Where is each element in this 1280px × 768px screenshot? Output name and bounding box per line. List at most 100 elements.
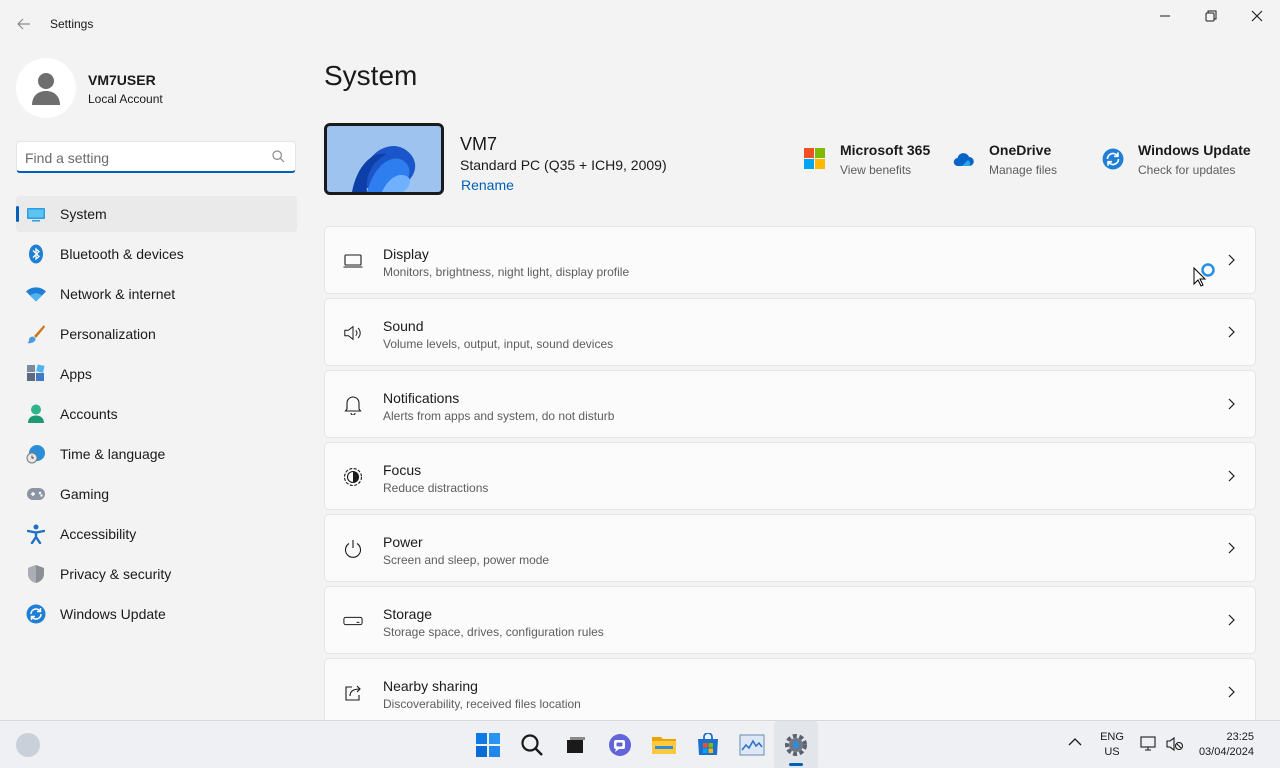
device-spec: Standard PC (Q35 + ICH9, 2009) xyxy=(460,157,667,173)
bluetooth-icon xyxy=(26,244,46,264)
sidebar-item-bluetooth[interactable]: Bluetooth & devices xyxy=(16,236,297,272)
chevron-right-icon xyxy=(1228,254,1235,266)
sidebar-item-label: Gaming xyxy=(60,486,110,502)
card-subtitle: Storage space, drives, configuration rul… xyxy=(383,625,604,639)
chevron-right-icon xyxy=(1228,398,1235,410)
sidebar-item-accounts[interactable]: Accounts xyxy=(16,396,297,432)
language-indicator[interactable]: ENG US xyxy=(1096,730,1128,760)
speaker-icon xyxy=(343,323,363,343)
task-view-icon xyxy=(567,737,585,753)
busy-cursor-icon xyxy=(1193,263,1215,287)
sidebar-item-personalization[interactable]: Personalization xyxy=(16,316,297,352)
gear-icon xyxy=(785,734,807,756)
settings-card-nearby-sharing[interactable]: Nearby sharing Discoverability, received… xyxy=(324,658,1256,726)
clock[interactable]: 23:25 03/04/2024 xyxy=(1190,730,1270,760)
shield-icon xyxy=(26,564,46,584)
settings-list: Display Monitors, brightness, night ligh… xyxy=(324,226,1256,730)
file-explorer-button[interactable] xyxy=(642,721,686,768)
microsoft-store-button[interactable] xyxy=(686,721,730,768)
sidebar-item-network[interactable]: Network & internet xyxy=(16,276,297,312)
start-button[interactable] xyxy=(466,721,510,768)
user-name: VM7USER xyxy=(88,72,156,88)
sidebar-item-system[interactable]: System xyxy=(16,196,297,232)
task-view-button[interactable] xyxy=(554,721,598,768)
quick-link-onedrive[interactable]: OneDrive Manage files xyxy=(953,140,1073,184)
card-title: Display xyxy=(383,246,429,262)
chevron-right-icon xyxy=(1228,326,1235,338)
avatar xyxy=(16,58,76,118)
search-icon xyxy=(272,150,285,168)
quick-link-subtitle: Manage files xyxy=(989,163,1058,177)
page-title: System xyxy=(324,60,418,91)
minimize-icon xyxy=(1160,15,1170,17)
sidebar-item-label: Accounts xyxy=(60,406,118,422)
settings-card-power[interactable]: Power Screen and sleep, power mode xyxy=(324,514,1256,582)
card-title: Nearby sharing xyxy=(383,678,478,694)
back-button[interactable] xyxy=(10,12,38,36)
search-box[interactable] xyxy=(16,141,296,173)
settings-card-display[interactable]: Display Monitors, brightness, night ligh… xyxy=(324,226,1256,294)
minimize-button[interactable] xyxy=(1142,0,1188,32)
app-title: Settings xyxy=(50,17,94,31)
globe-clock-icon xyxy=(26,444,46,464)
sidebar-item-label: Accessibility xyxy=(60,526,137,542)
quick-link-windows-update[interactable]: Windows Update Check for updates xyxy=(1102,140,1262,184)
settings-card-sound[interactable]: Sound Volume levels, output, input, soun… xyxy=(324,298,1256,366)
sidebar-item-label: Privacy & security xyxy=(60,566,172,582)
settings-card-notifications[interactable]: Notifications Alerts from apps and syste… xyxy=(324,370,1256,438)
account-type: Local Account xyxy=(88,92,163,106)
teams-chat-button[interactable] xyxy=(598,721,642,768)
settings-app-button[interactable] xyxy=(774,721,818,768)
widgets-icon[interactable] xyxy=(16,733,40,757)
sidebar-item-label: Apps xyxy=(60,366,92,382)
search-input[interactable] xyxy=(25,148,265,168)
card-subtitle: Reduce distractions xyxy=(383,481,489,495)
rename-link[interactable]: Rename xyxy=(461,177,514,193)
brush-icon xyxy=(26,324,46,344)
bell-icon xyxy=(343,395,363,415)
taskbar-search-button[interactable] xyxy=(510,721,554,768)
monitor-icon xyxy=(26,204,46,224)
settings-card-focus[interactable]: Focus Reduce distractions xyxy=(324,442,1256,510)
chat-icon xyxy=(609,734,631,756)
chevron-right-icon xyxy=(1228,686,1235,698)
bloom-wallpaper-icon xyxy=(327,126,441,192)
apps-icon xyxy=(26,364,46,384)
windows-logo-icon xyxy=(476,733,500,757)
quick-link-title: Microsoft 365 xyxy=(840,142,931,158)
taskbar: ENG US 23:25 03/04/2024 xyxy=(0,720,1280,768)
speaker-muted-icon[interactable] xyxy=(1166,735,1184,753)
power-icon xyxy=(343,539,363,559)
network-icon[interactable] xyxy=(1140,735,1158,753)
store-icon xyxy=(698,733,718,755)
sidebar-item-label: Network & internet xyxy=(60,286,176,302)
person-icon xyxy=(26,404,46,424)
sidebar-item-accessibility[interactable]: Accessibility xyxy=(16,516,297,552)
close-button[interactable] xyxy=(1234,0,1280,32)
title-bar: Settings xyxy=(0,0,1280,48)
sidebar-item-time-language[interactable]: Time & language xyxy=(16,436,297,472)
sidebar-item-apps[interactable]: Apps xyxy=(16,356,297,392)
wifi-icon xyxy=(26,284,46,304)
keyboard-layout: US xyxy=(1104,746,1120,758)
share-icon xyxy=(343,683,363,703)
chevron-up-icon[interactable] xyxy=(1068,737,1082,747)
clock-date: 03/04/2024 xyxy=(1198,746,1254,758)
sidebar-item-label: Bluetooth & devices xyxy=(60,246,184,262)
settings-card-storage[interactable]: Storage Storage space, drives, configura… xyxy=(324,586,1256,654)
sidebar-item-label: Time & language xyxy=(60,446,166,462)
system-monitor-button[interactable] xyxy=(730,721,774,768)
sidebar-item-privacy-security[interactable]: Privacy & security xyxy=(16,556,297,592)
sidebar-item-windows-update[interactable]: Windows Update xyxy=(16,596,297,632)
sidebar-item-label: System xyxy=(60,206,107,222)
laptop-icon xyxy=(343,251,363,271)
user-profile[interactable]: VM7USER Local Account xyxy=(16,58,296,118)
card-subtitle: Alerts from apps and system, do not dist… xyxy=(383,409,615,423)
sidebar-item-label: Windows Update xyxy=(60,606,166,622)
quick-link-microsoft-365[interactable]: Microsoft 365 View benefits xyxy=(804,140,944,184)
sidebar-nav: System Bluetooth & devices Network & int… xyxy=(16,196,297,636)
sidebar-item-gaming[interactable]: Gaming xyxy=(16,476,297,512)
cloud-icon xyxy=(953,148,975,170)
restore-button[interactable] xyxy=(1188,0,1234,32)
clock-time: 23:25 xyxy=(1226,731,1254,743)
